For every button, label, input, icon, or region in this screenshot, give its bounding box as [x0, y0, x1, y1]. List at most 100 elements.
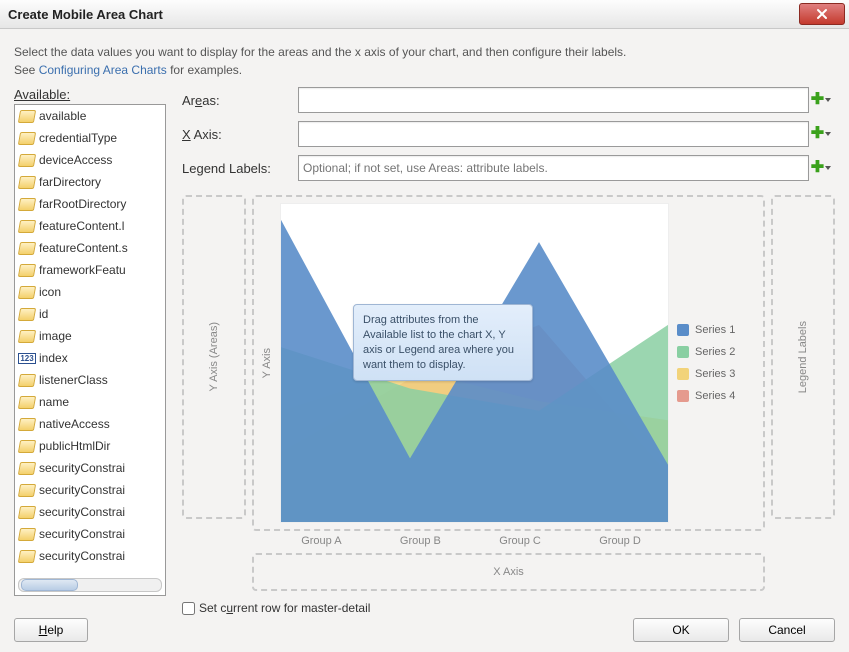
tag-icon: [19, 175, 35, 189]
window-title: Create Mobile Area Chart: [8, 7, 799, 22]
list-item[interactable]: image: [15, 325, 165, 347]
plus-icon: ✚: [811, 94, 824, 106]
list-item-label: farDirectory: [39, 175, 101, 189]
cancel-button[interactable]: Cancel: [739, 618, 835, 642]
list-item-label: credentialType: [39, 131, 117, 145]
help-button[interactable]: Help: [14, 618, 88, 642]
chart-y-axis-label: Y Axis: [260, 203, 274, 523]
tag-icon: [19, 439, 35, 453]
list-item-label: index: [39, 351, 68, 365]
description: Select the data values you want to displ…: [0, 29, 849, 87]
legend-label: Series 2: [695, 346, 735, 358]
legend-swatch: [677, 368, 689, 380]
tag-icon: [19, 263, 35, 277]
close-button[interactable]: [799, 3, 845, 25]
legend-dropzone[interactable]: Legend Labels: [771, 195, 835, 519]
tag-icon: [19, 549, 35, 563]
x-tick-label: Group D: [599, 535, 641, 547]
list-item-label: listenerClass: [39, 373, 108, 387]
xaxis-add-button[interactable]: ✚: [809, 124, 833, 144]
list-item[interactable]: farDirectory: [15, 171, 165, 193]
list-item[interactable]: securityConstrai: [15, 479, 165, 501]
scrollbar-thumb[interactable]: [21, 579, 78, 591]
list-item-label: frameworkFeatu: [39, 263, 126, 277]
list-item-label: securityConstrai: [39, 483, 125, 497]
horizontal-scrollbar[interactable]: [18, 578, 162, 592]
list-item[interactable]: 123 index: [15, 347, 165, 369]
ok-button[interactable]: OK: [633, 618, 729, 642]
tag-icon: [19, 527, 35, 541]
legend-item: Series 2: [677, 346, 757, 358]
list-item[interactable]: frameworkFeatu: [15, 259, 165, 281]
list-item[interactable]: id: [15, 303, 165, 325]
list-item[interactable]: listenerClass: [15, 369, 165, 391]
list-item-label: securityConstrai: [39, 505, 125, 519]
available-listbox[interactable]: available credentialType deviceAccess farDi…: [14, 104, 166, 596]
tag-icon: [19, 109, 35, 123]
titlebar: Create Mobile Area Chart: [0, 0, 849, 29]
desc-line2b: for examples.: [167, 63, 242, 77]
list-item[interactable]: nativeAccess: [15, 413, 165, 435]
chevron-down-icon: [825, 166, 831, 170]
areas-add-button[interactable]: ✚: [809, 90, 833, 110]
list-item-label: securityConstrai: [39, 461, 125, 475]
master-detail-checkbox[interactable]: [182, 602, 195, 615]
legend-input[interactable]: [298, 155, 809, 181]
y-axis-dropzone[interactable]: Y Axis (Areas): [182, 195, 246, 519]
list-item[interactable]: featureContent.l: [15, 215, 165, 237]
desc-line1: Select the data values you want to displ…: [14, 45, 626, 59]
tag-icon: [19, 483, 35, 497]
list-item[interactable]: featureContent.s: [15, 237, 165, 259]
tag-icon: [19, 131, 35, 145]
legend-label: Series 3: [695, 368, 735, 380]
legend-item: Series 1: [677, 324, 757, 336]
list-item[interactable]: available: [15, 105, 165, 127]
master-detail-label: Set current row for master-detail: [199, 601, 370, 615]
tag-icon: [19, 197, 35, 211]
list-item[interactable]: securityConstrai: [15, 501, 165, 523]
plus-icon: ✚: [811, 162, 824, 174]
list-item-label: id: [39, 307, 48, 321]
areas-input[interactable]: [298, 87, 809, 113]
list-item[interactable]: name: [15, 391, 165, 413]
list-item-label: nativeAccess: [39, 417, 110, 431]
config-link[interactable]: Configuring Area Charts: [39, 63, 167, 77]
tag-icon: [19, 373, 35, 387]
list-item-label: farRootDirectory: [39, 197, 126, 211]
list-item-label: image: [39, 329, 72, 343]
list-item[interactable]: icon: [15, 281, 165, 303]
legend-item: Series 4: [677, 390, 757, 402]
list-item-label: featureContent.s: [39, 241, 128, 255]
legend-add-button[interactable]: ✚: [809, 158, 833, 178]
chevron-down-icon: [825, 132, 831, 136]
legend-label: Series 4: [695, 390, 735, 402]
x-axis-dropzone[interactable]: X Axis: [252, 553, 765, 591]
master-detail-checkbox-row[interactable]: Set current row for master-detail: [182, 599, 835, 617]
list-item[interactable]: deviceAccess: [15, 149, 165, 171]
list-item-label: publicHtmlDir: [39, 439, 110, 453]
tag-icon: [19, 219, 35, 233]
legend-swatch: [677, 390, 689, 402]
chart-legend: Series 1 Series 2 Series 3 Series 4: [675, 203, 757, 523]
tag-icon: [19, 461, 35, 475]
list-item-label: deviceAccess: [39, 153, 112, 167]
list-item-label: securityConstrai: [39, 549, 125, 563]
list-item-label: available: [39, 109, 86, 123]
list-item[interactable]: securityConstrai: [15, 545, 165, 567]
list-item[interactable]: credentialType: [15, 127, 165, 149]
x-tick-label: Group A: [301, 535, 341, 547]
tag-icon: [19, 307, 35, 321]
areas-label: Areas:: [182, 93, 298, 108]
chevron-down-icon: [825, 98, 831, 102]
tag-icon: [19, 329, 35, 343]
xaxis-input[interactable]: [298, 121, 809, 147]
chart-dropzone[interactable]: Y Axis Drag attributes from the Availabl…: [252, 195, 765, 531]
list-item[interactable]: securityConstrai: [15, 457, 165, 479]
list-item[interactable]: farRootDirectory: [15, 193, 165, 215]
number-icon: 123: [19, 351, 35, 365]
tag-icon: [19, 505, 35, 519]
list-item[interactable]: publicHtmlDir: [15, 435, 165, 457]
list-item[interactable]: securityConstrai: [15, 523, 165, 545]
list-item-label: securityConstrai: [39, 527, 125, 541]
xaxis-label: X Axis:: [182, 127, 298, 142]
